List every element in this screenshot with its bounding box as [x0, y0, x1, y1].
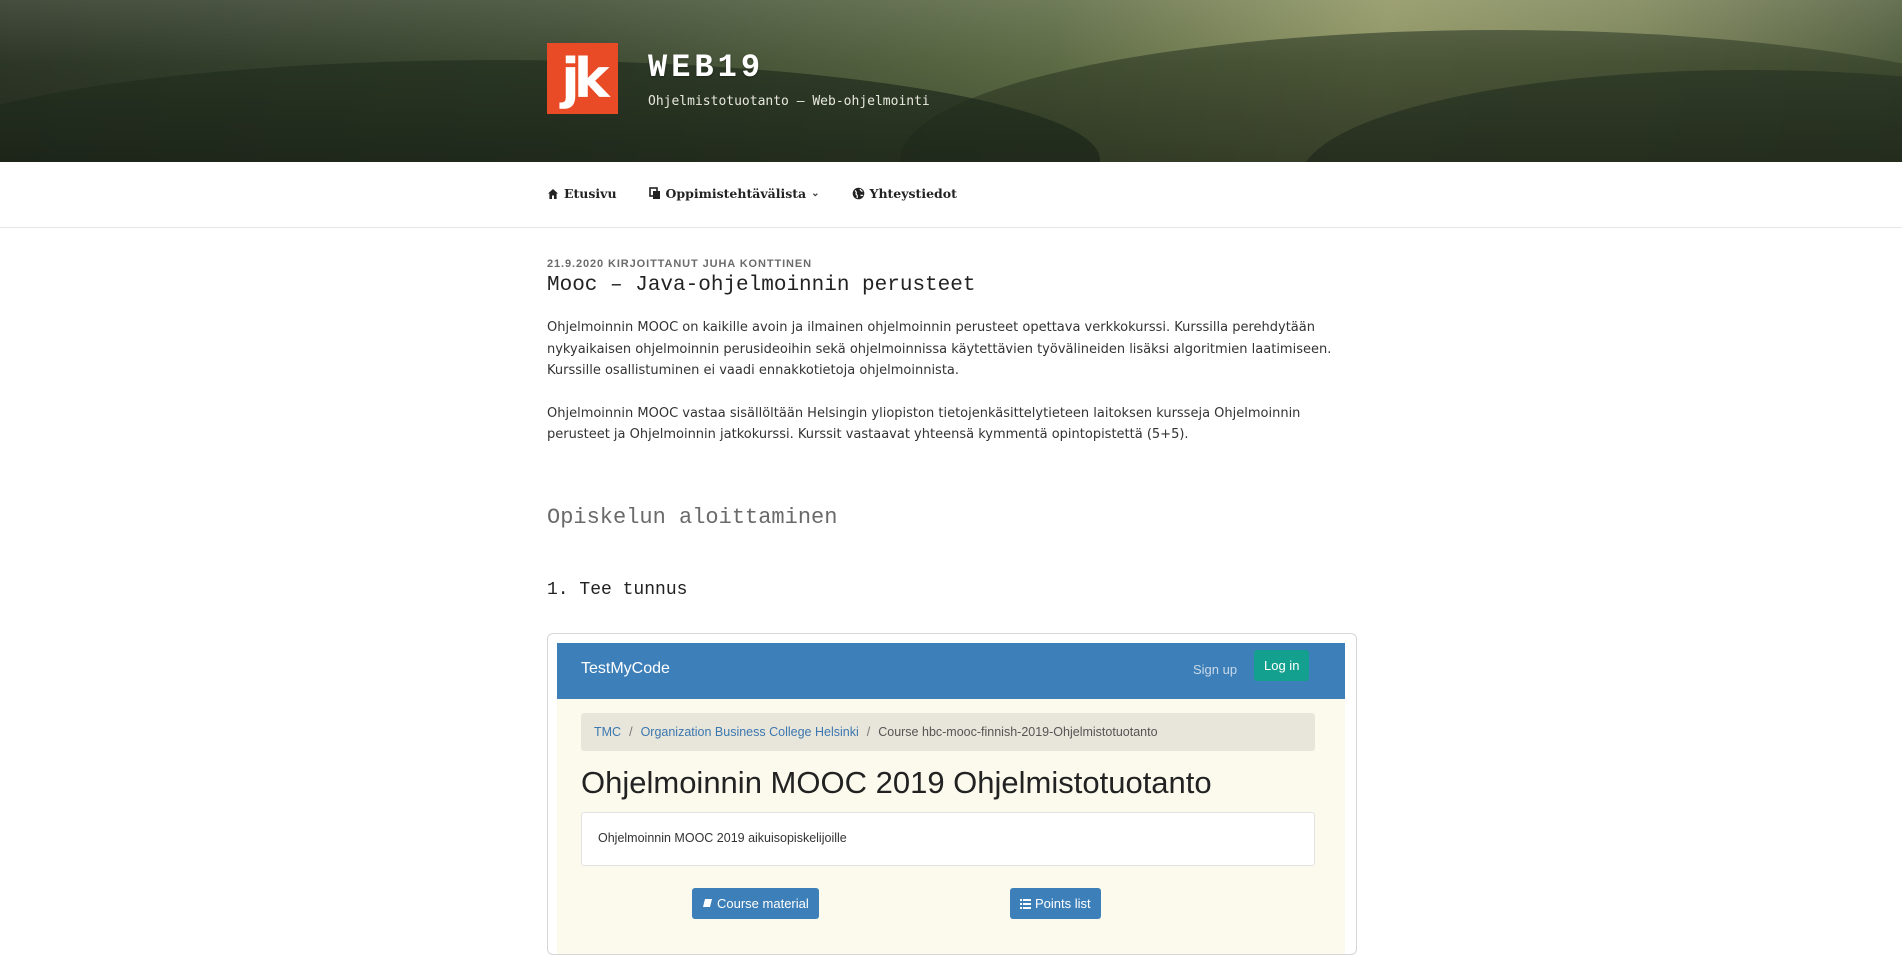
tmc-screenshot-image: TestMyCode Sign up Log in TMC / Organiza… — [547, 633, 1357, 955]
post-title: Mooc – Java-ohjelmoinnin perusteet — [547, 274, 976, 297]
book-icon — [703, 899, 712, 907]
nav-item-label: Etusivu — [564, 186, 617, 201]
nav-item-label: Oppimistehtävälista — [665, 186, 807, 201]
tmc-heading: Ohjelmoinnin MOOC 2019 Ohjelmistotuotant… — [581, 765, 1212, 800]
globe-icon — [852, 187, 864, 200]
tmc-breadcrumb: TMC / Organization Business College Hels… — [581, 713, 1315, 751]
copy-icon — [648, 187, 660, 199]
site-header: jk WEB19 Ohjelmistotuotanto – Web-ohjelm… — [0, 0, 1902, 162]
tmc-course-material-button: Course material — [692, 888, 819, 919]
main-navigation: Etusivu Oppimistehtävälista ⌄ Yhteystied… — [0, 162, 1902, 228]
tmc-signup-link: Sign up — [1193, 662, 1238, 677]
tmc-body: TMC / Organization Business College Hels… — [557, 699, 1345, 954]
step-heading: 1. Tee tunnus — [547, 579, 688, 600]
tmc-panel: Ohjelmoinnin MOOC 2019 aikuisopiskelijoi… — [581, 812, 1315, 866]
nav-item-oppimistehtavalista[interactable]: Oppimistehtävälista ⌄ — [648, 186, 820, 201]
site-title[interactable]: WEB19 — [648, 49, 930, 86]
nav-item-etusivu[interactable]: Etusivu — [547, 186, 617, 201]
site-logo[interactable]: jk — [547, 43, 618, 114]
site-description: Ohjelmistotuotanto – Web-ohjelmointi — [648, 94, 930, 109]
nav-item-yhteystiedot[interactable]: Yhteystiedot — [852, 186, 957, 201]
list-icon — [1020, 898, 1031, 909]
tmc-points-list-button: Points list — [1010, 888, 1101, 919]
home-icon — [548, 188, 558, 199]
chevron-down-icon: ⌄ — [811, 188, 820, 199]
nav-item-label: Yhteystiedot — [869, 186, 957, 201]
site-branding: jk WEB19 Ohjelmistotuotanto – Web-ohjelm… — [547, 43, 930, 114]
post-paragraph: Ohjelmoinnin MOOC on kaikille avoin ja i… — [547, 320, 1332, 378]
tmc-login-button: Log in — [1254, 650, 1310, 681]
post-meta[interactable]: 21.9.2020 KIRJOITTANUT JUHA KONTTINEN — [547, 258, 1355, 270]
post-paragraph: Ohjelmoinnin MOOC vastaa sisällöltään He… — [547, 405, 1301, 443]
post-content: 21.9.2020 KIRJOITTANUT JUHA KONTTINEN Mo… — [547, 258, 1355, 600]
tmc-navbar: TestMyCode Sign up Log in — [557, 643, 1345, 699]
tmc-brand: TestMyCode — [581, 660, 670, 677]
section-heading: Opiskelun aloittaminen — [547, 504, 838, 530]
